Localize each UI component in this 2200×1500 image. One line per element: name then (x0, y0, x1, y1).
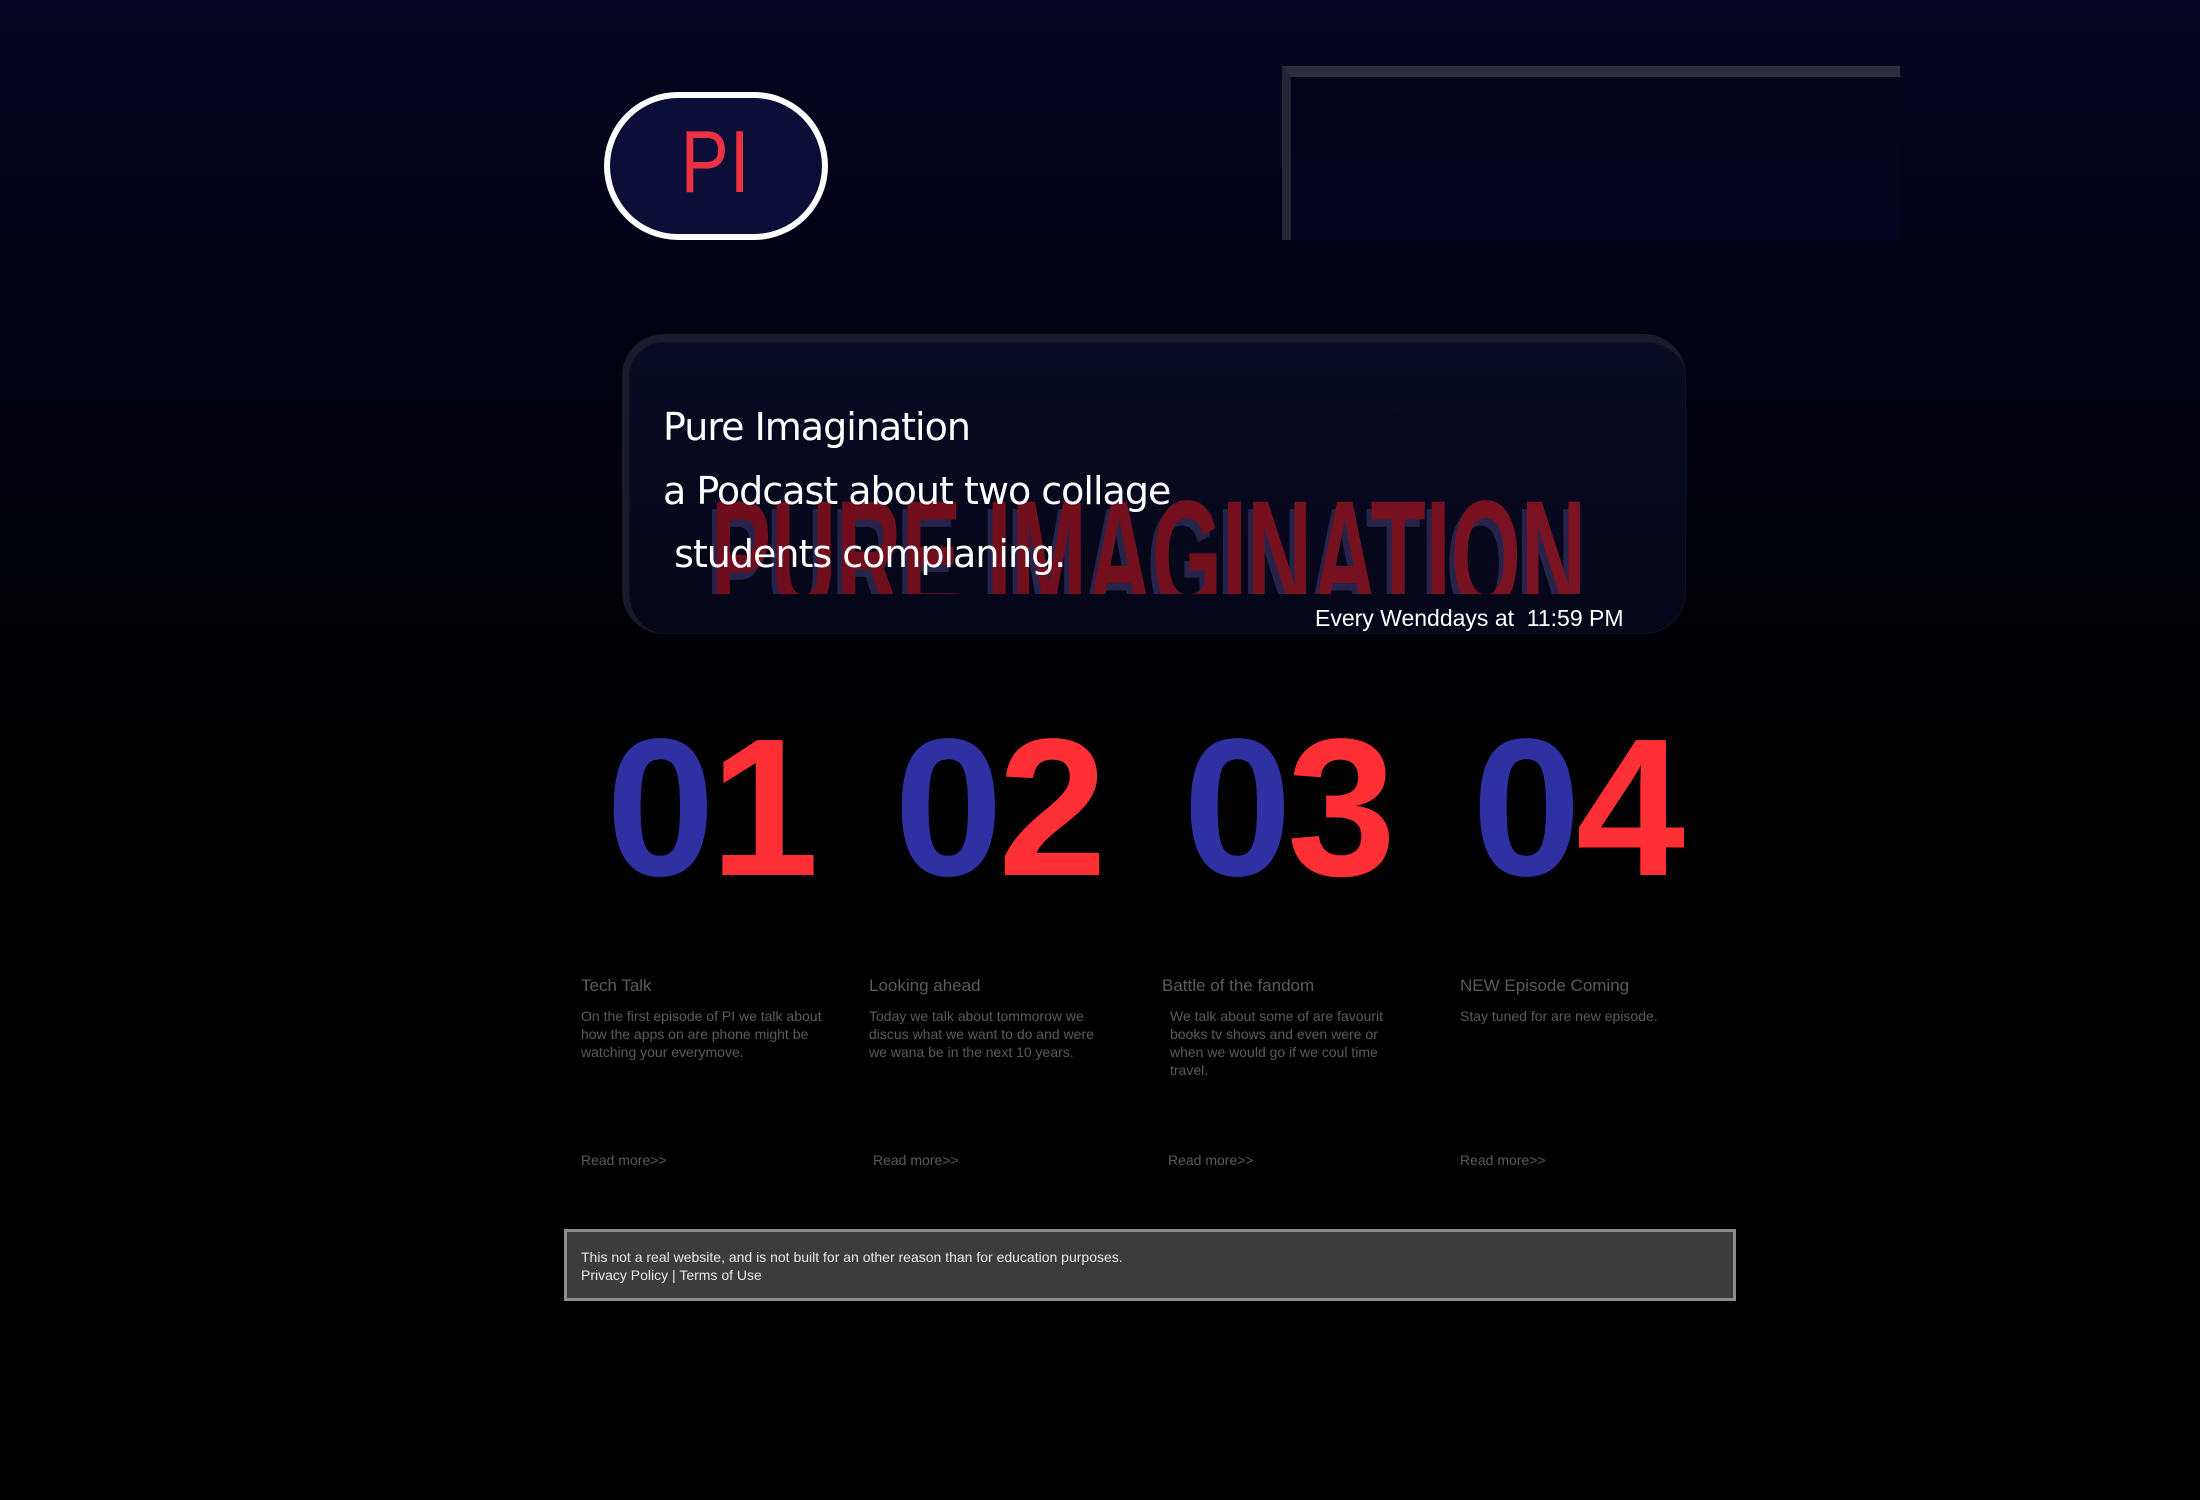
podcast-schedule: Every Wenddays at 11:59 PM (1315, 605, 1624, 631)
episode-description-4: Stay tuned for are new episode. (1460, 1008, 1658, 1025)
site-logo[interactable]: PI (604, 92, 828, 240)
navigation-panel (1282, 66, 1902, 240)
hero-subtitle-line-1: a Podcast about two collage (663, 469, 1171, 513)
episode-2-read-more-link[interactable]: Read more>> (873, 1152, 959, 1168)
hero-banner: PURE IMAGINATION PURE IMAGINATION Pure I… (622, 334, 1686, 634)
episode-number-2-prefix: 0 (894, 698, 1003, 917)
episode-number-3-suffix: 3 (1287, 698, 1396, 917)
site-footer: This not a real website, and is not buil… (564, 1229, 1736, 1301)
terms-of-use-link[interactable]: Terms of Use (679, 1267, 761, 1283)
episode-number-1-prefix: 0 (606, 698, 715, 917)
episode-number-4-suffix: 4 (1576, 698, 1685, 917)
episode-4-read-more-link[interactable]: Read more>> (1460, 1152, 1546, 1168)
episode-number-2-suffix: 2 (998, 698, 1107, 917)
episode-description-2: Today we talk about tommorow we discus w… (869, 1008, 1094, 1061)
episode-description-3: We talk about some of are favourit books… (1170, 1008, 1383, 1079)
hero-title: Pure Imagination (663, 405, 971, 449)
logo-text: PI (681, 112, 751, 211)
episode-number-3: 03 (1183, 710, 1396, 906)
episode-card-1: Tech Talk On the first episode of PI we … (581, 976, 826, 1062)
episode-card-3: Battle of the fandom We talk about some … (1162, 976, 1407, 1080)
episode-title-2: Looking ahead (869, 976, 981, 995)
episode-number-4-prefix: 0 (1472, 698, 1581, 917)
privacy-policy-link[interactable]: Privacy Policy (581, 1267, 668, 1283)
episode-title-1: Tech Talk (581, 976, 652, 995)
episode-3-read-more-link[interactable]: Read more>> (1168, 1152, 1254, 1168)
episode-card-4: NEW Episode Coming Stay tuned for are ne… (1460, 976, 1705, 1026)
episode-number-2: 02 (894, 710, 1107, 906)
episode-number-3-prefix: 0 (1183, 698, 1292, 917)
episode-number-row: 01 02 03 04 (0, 710, 2200, 906)
hero-subtitle-line-2: students complaning. (663, 532, 1066, 576)
episode-1-read-more-link[interactable]: Read more>> (581, 1152, 667, 1168)
footer-links: Privacy Policy | Terms of Use (581, 1267, 1733, 1285)
footer-notice: This not a real website, and is not buil… (581, 1249, 1123, 1265)
episode-title-4: NEW Episode Coming (1460, 976, 1630, 995)
footer-link-separator: | (668, 1266, 680, 1283)
episode-number-1-suffix: 1 (710, 698, 819, 917)
episode-number-1: 01 (606, 710, 819, 906)
episode-card-2: Looking ahead Today we talk about tommor… (869, 976, 1114, 1062)
episode-description-1: On the first episode of PI we talk about… (581, 1008, 822, 1061)
episode-title-3: Battle of the fandom (1162, 976, 1315, 995)
episode-number-4: 04 (1472, 710, 1685, 906)
